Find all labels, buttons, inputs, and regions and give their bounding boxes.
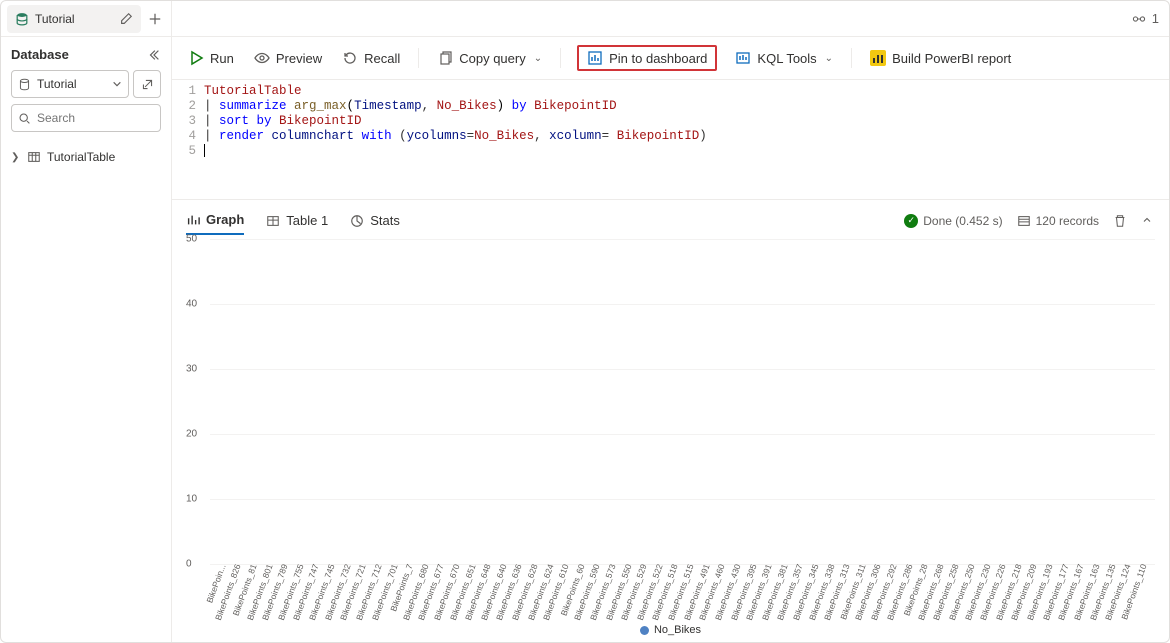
query-tab-tutorial[interactable]: Tutorial [7, 5, 141, 33]
pin-label: Pin to dashboard [609, 51, 707, 66]
collapse-sidebar-button[interactable] [147, 48, 161, 62]
toolbar: Run Preview Recall Copy query ⌄ [172, 37, 1169, 80]
result-tabs: Graph Table 1 Stats ✓ Done (0.452 s) 120… [172, 200, 1169, 235]
search-icon [18, 112, 31, 125]
database-icon [15, 12, 29, 26]
database-select-value: Tutorial [37, 77, 77, 91]
preview-button[interactable]: Preview [252, 46, 324, 70]
copy-query-button[interactable]: Copy query ⌄ [435, 46, 544, 70]
preview-label: Preview [276, 51, 322, 66]
records-icon [1017, 214, 1031, 228]
recall-button[interactable]: Recall [340, 46, 402, 70]
y-tick: 40 [186, 299, 197, 310]
chart: 01020304050 BikePoin...BikePoints_826Bik… [172, 235, 1169, 642]
recall-icon [342, 50, 358, 66]
copy-icon [437, 50, 453, 66]
tab-graph-label: Graph [206, 212, 244, 227]
tab-table-label: Table 1 [286, 213, 328, 228]
legend-swatch [640, 626, 649, 635]
toolbar-divider [418, 48, 419, 68]
chevron-down-icon [112, 79, 122, 89]
sidebar: Tutorial Database [1, 1, 172, 642]
powerbi-icon [870, 50, 886, 66]
toolbar-divider [560, 48, 561, 68]
search-input[interactable] [11, 104, 161, 132]
connections-count: 1 [1152, 11, 1159, 26]
expand-button[interactable] [1141, 214, 1155, 228]
play-icon [188, 50, 204, 66]
query-tab-label: Tutorial [35, 12, 113, 26]
line-gutter: 1 2 3 4 5 [172, 84, 204, 169]
toolbar-divider [851, 48, 852, 68]
status-records-text: 120 records [1036, 214, 1099, 228]
run-button[interactable]: Run [186, 46, 236, 70]
chevron-down-icon: ⌄ [825, 53, 833, 64]
copy-label: Copy query [459, 51, 525, 66]
connections-icon[interactable] [1132, 12, 1146, 26]
query-tabstrip: Tutorial [1, 1, 171, 37]
database-icon [18, 78, 31, 91]
chevron-right-icon: ❯ [11, 152, 21, 163]
recall-label: Recall [364, 51, 400, 66]
pin-to-dashboard-button[interactable]: Pin to dashboard [577, 45, 717, 71]
code-editor[interactable]: 1 2 3 4 5 TutorialTable| summarize arg_m… [172, 80, 1169, 200]
tab-stats-label: Stats [370, 213, 400, 228]
kql-tools-button[interactable]: KQL Tools ⌄ [733, 46, 835, 70]
y-tick: 10 [186, 494, 197, 505]
status-success-icon: ✓ [904, 214, 918, 228]
y-tick: 30 [186, 364, 197, 375]
tree-item-tutorialtable[interactable]: ❯ TutorialTable [11, 144, 161, 170]
sidebar-title: Database [11, 47, 69, 62]
chart-legend: No_Bikes [186, 622, 1155, 642]
run-label: Run [210, 51, 234, 66]
y-tick: 20 [186, 429, 197, 440]
add-tab-button[interactable] [141, 5, 169, 33]
tree-item-label: TutorialTable [47, 150, 115, 164]
tab-graph[interactable]: Graph [186, 206, 244, 235]
chevron-down-icon: ⌄ [534, 53, 542, 64]
eye-icon [254, 50, 270, 66]
tab-table[interactable]: Table 1 [266, 207, 328, 234]
main-panel: 1 Run Preview Recall C [172, 1, 1169, 642]
legend-label: No_Bikes [654, 624, 701, 636]
dashboard-icon [587, 50, 603, 66]
database-select[interactable]: Tutorial [11, 70, 129, 98]
code-body[interactable]: TutorialTable| summarize arg_max(Timesta… [204, 84, 1169, 169]
y-tick: 0 [186, 559, 192, 570]
search-field[interactable] [37, 111, 192, 125]
table-icon [27, 150, 41, 164]
y-tick: 50 [186, 234, 197, 245]
delete-button[interactable] [1113, 214, 1127, 228]
pencil-icon[interactable] [119, 12, 133, 26]
pbi-label: Build PowerBI report [892, 51, 1011, 66]
build-powerbi-button[interactable]: Build PowerBI report [868, 46, 1013, 70]
tab-stats[interactable]: Stats [350, 207, 400, 234]
kql-icon [735, 50, 751, 66]
kql-label: KQL Tools [757, 51, 816, 66]
status-done-text: Done (0.452 s) [923, 214, 1002, 228]
open-external-button[interactable] [133, 70, 161, 98]
